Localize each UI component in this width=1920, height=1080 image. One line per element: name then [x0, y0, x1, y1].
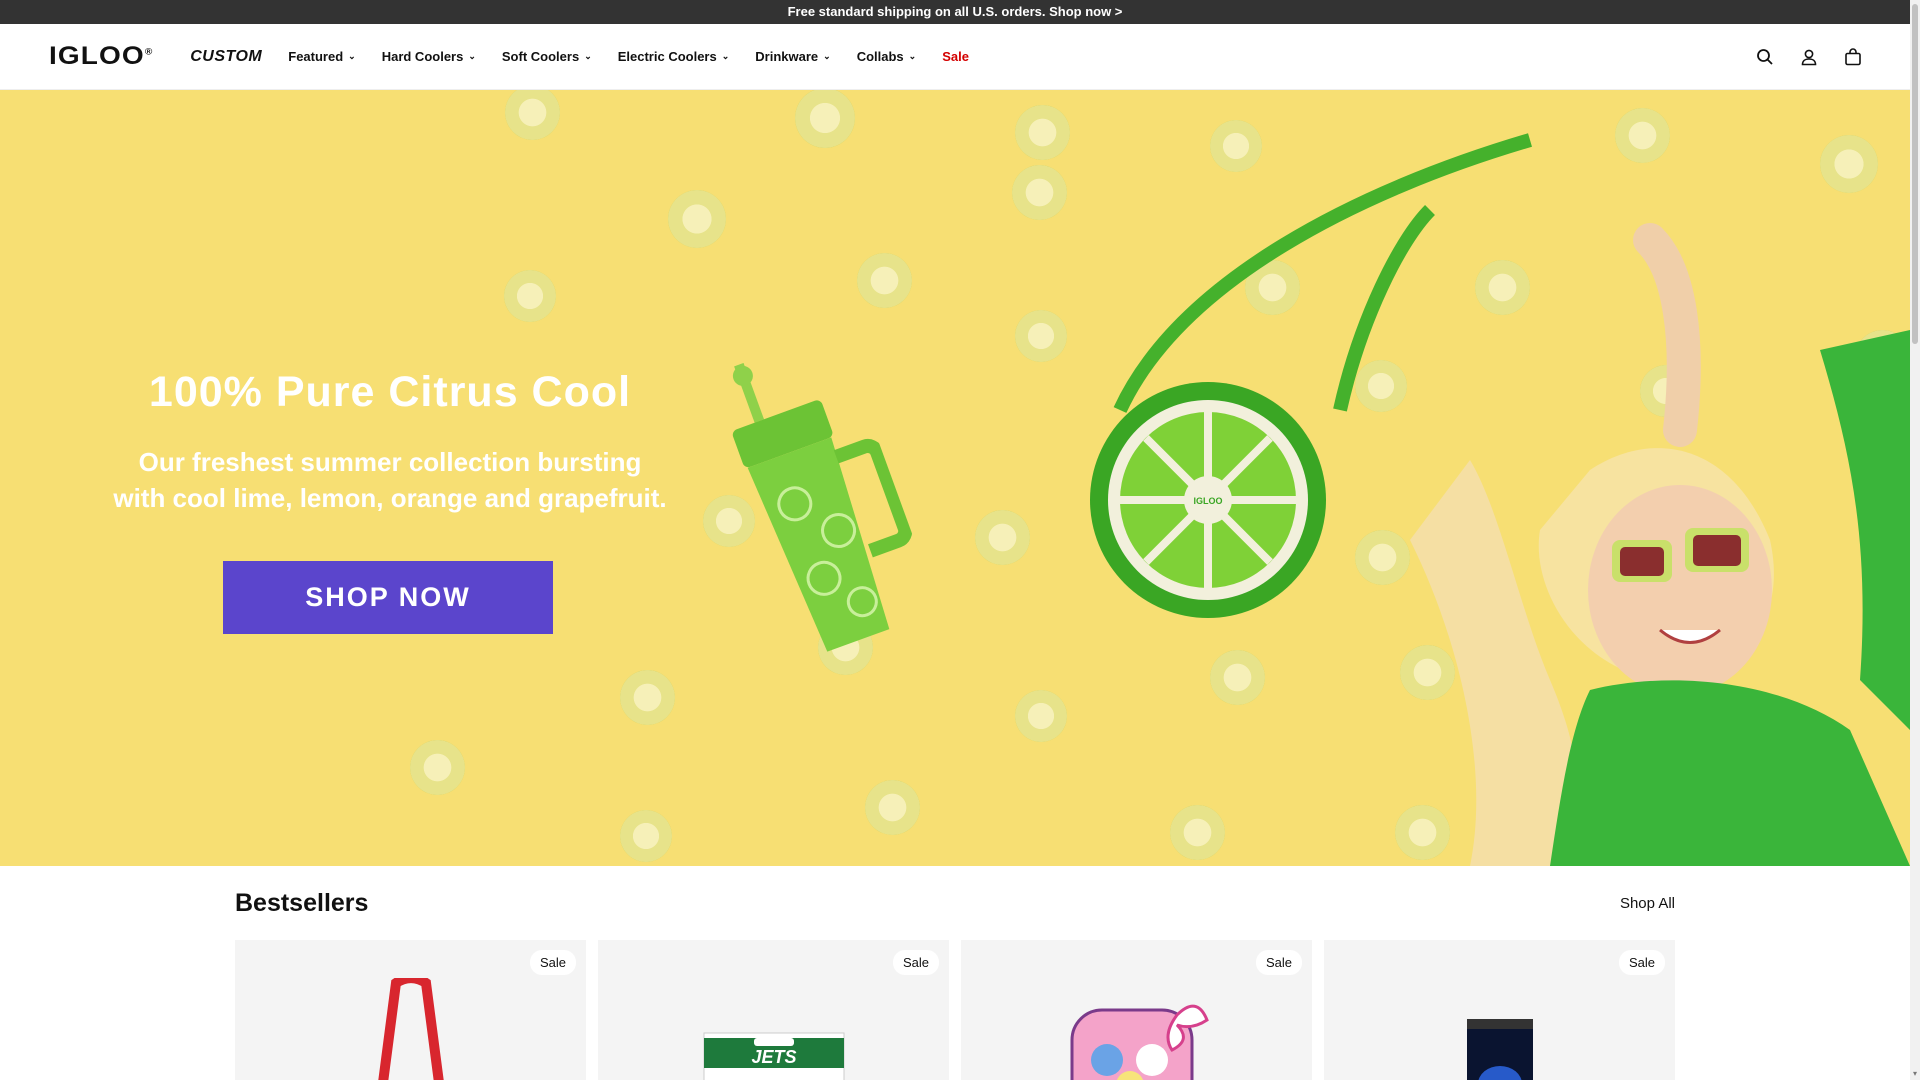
product-card[interactable]: Sale: [961, 940, 1312, 1080]
lime-slice-decoration: [795, 90, 855, 148]
product-card[interactable]: Sale: [1324, 940, 1675, 1080]
lime-slice-decoration: [1820, 135, 1878, 193]
nav-sale-label[interactable]: Sale: [942, 49, 969, 64]
lime-slice-decoration: [1015, 690, 1067, 742]
section-title: Bestsellers: [235, 888, 369, 917]
chevron-down-icon: ⌄: [584, 51, 592, 61]
chevron-down-icon: ⌄: [468, 51, 476, 61]
nav-featured[interactable]: Featured ⌄: [288, 49, 355, 64]
hero-title: 100% Pure Citrus Cool: [148, 368, 632, 416]
lime-slice-decoration: [620, 810, 672, 862]
nav-sale[interactable]: Sale: [942, 49, 969, 64]
nav-hard-coolers[interactable]: Hard Coolers ⌄: [382, 49, 476, 64]
chevron-down-icon: ⌄: [721, 51, 730, 61]
nav-drinkware-label[interactable]: Drinkware: [755, 49, 818, 64]
lime-slice-decoration: [857, 253, 912, 308]
sale-badge: Sale: [1618, 950, 1665, 975]
hero-subtitle-line1: Our freshest summer collection bursting: [138, 447, 642, 477]
hello-kitty-lunch-bag-image: [1070, 1004, 1209, 1080]
product-grid: Sale Sale JETS Sale Sale: [235, 940, 1910, 1080]
svg-text:IGLOO: IGLOO: [1194, 496, 1223, 506]
chevron-down-icon: ⌄: [823, 51, 831, 61]
sale-badge: Sale: [892, 950, 939, 975]
nav-electric-coolers[interactable]: Electric Coolers ⌄: [618, 49, 730, 64]
nav-hard-coolers-label[interactable]: Hard Coolers: [382, 49, 464, 64]
lime-slice-decoration: [668, 190, 726, 248]
lime-slice-decoration: [1012, 165, 1067, 220]
red-tote-bag-image: [377, 978, 444, 1080]
product-card[interactable]: Sale JETS: [598, 940, 949, 1080]
chevron-down-icon: ⌄: [348, 51, 356, 61]
chevron-down-icon: ⌄: [908, 51, 917, 61]
bestsellers-header: Bestsellers Shop All: [235, 866, 1675, 940]
shop-all-link[interactable]: Shop All: [1620, 895, 1675, 912]
custom-link[interactable]: CUSTOM: [190, 48, 262, 66]
announcement-bar[interactable]: Free standard shipping on all U.S. order…: [0, 0, 1910, 24]
svg-text:JETS: JETS: [751, 1047, 796, 1067]
nav-collabs[interactable]: Collabs ⌄: [857, 49, 917, 64]
model-photo: [1410, 223, 1910, 866]
lime-bag-product-image: IGLOO: [1090, 382, 1326, 618]
header-icons: [1754, 24, 1864, 90]
lime-slice-decoration: [1170, 805, 1225, 860]
bestsellers-section: Bestsellers Shop All Sale Sale JETS Sale…: [0, 866, 1910, 1080]
lime-slice-decoration: [410, 740, 465, 795]
nav-soft-coolers[interactable]: Soft Coolers ⌄: [502, 49, 592, 64]
igloo-logo[interactable]: IGLOO®: [49, 42, 153, 71]
lime-slice-decoration: [975, 510, 1030, 565]
nav-drinkware[interactable]: Drinkware ⌄: [755, 49, 830, 64]
account-icon[interactable]: [1798, 46, 1820, 68]
nav-collabs-label[interactable]: Collabs: [857, 49, 904, 64]
shop-now-button[interactable]: SHOP NOW: [223, 561, 553, 634]
product-card[interactable]: Sale: [235, 940, 586, 1080]
page-scrollbar[interactable]: ▾: [1910, 0, 1920, 1080]
scroll-down-arrow-icon[interactable]: ▾: [1911, 1070, 1919, 1078]
lime-slice-decoration: [1015, 105, 1070, 160]
nav-electric-coolers-label[interactable]: Electric Coolers: [618, 49, 717, 64]
lime-slice-decoration: [1615, 108, 1670, 163]
cart-icon[interactable]: [1842, 46, 1864, 68]
lime-slice-decoration: [1015, 310, 1067, 362]
lime-slice-decoration: [505, 90, 560, 140]
sale-badge: Sale: [1255, 950, 1302, 975]
lime-slice-decoration: [865, 780, 920, 835]
blue-drink-can-image: [1466, 1019, 1533, 1080]
nav-featured-label[interactable]: Featured: [288, 49, 343, 64]
jets-cooler-bag-image: JETS: [703, 1032, 844, 1080]
page: Free standard shipping on all U.S. order…: [0, 0, 1910, 1080]
lime-slice-decoration: [504, 270, 556, 322]
sale-badge: Sale: [529, 950, 576, 975]
search-icon[interactable]: [1754, 46, 1776, 68]
announcement-text[interactable]: Free standard shipping on all U.S. order…: [788, 4, 1123, 19]
logo-text[interactable]: IGLOO: [49, 42, 145, 70]
main-nav: Featured ⌄ Hard Coolers ⌄ Soft Coolers ⌄ El…: [288, 49, 995, 64]
lime-slice-decoration: [1210, 650, 1265, 705]
lime-slice-decoration: [620, 670, 675, 725]
hero-banner[interactable]: IGLOO 100% Pure Citrus Cool Our freshest…: [0, 90, 1910, 866]
site-header: IGLOO® CUSTOM Featured ⌄ Hard Coolers ⌄ So…: [0, 24, 1910, 90]
scrollbar-thumb[interactable]: [1912, 4, 1918, 344]
hero-subtitle-line2: with cool lime, lemon, orange and grapef…: [113, 483, 667, 513]
hero-subtitle: Our freshest summer collection bursting …: [60, 444, 720, 516]
nav-soft-coolers-label[interactable]: Soft Coolers: [502, 49, 579, 64]
